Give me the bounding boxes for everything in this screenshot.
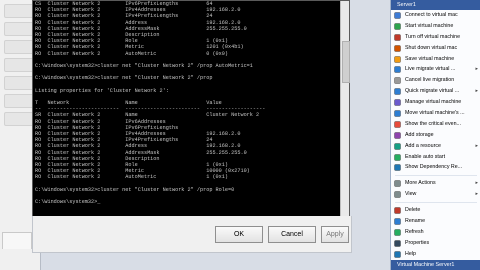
action-label: Enable auto start xyxy=(405,153,446,160)
action-label: Shut down virtual mac xyxy=(405,44,458,51)
ok-button[interactable]: OK xyxy=(215,226,263,243)
action-label: Add storage xyxy=(405,131,434,138)
action-item[interactable]: Turn off virtual machine xyxy=(391,32,480,43)
console-output: CS Cluster Network 2 IPv6PrefixLengths 6… xyxy=(35,1,341,217)
action-item[interactable]: Rename xyxy=(391,216,480,227)
turnoff-icon xyxy=(394,34,401,41)
submenu-arrow-icon: ▸ xyxy=(475,180,478,187)
help-icon xyxy=(394,251,401,258)
action-label: View xyxy=(405,191,417,198)
action-label: Add a resource xyxy=(405,142,441,149)
action-item[interactable]: View ▸ xyxy=(391,189,480,200)
command-prompt-window[interactable]: CS Cluster Network 2 IPv6PrefixLengths 6… xyxy=(32,0,350,218)
cancel-icon xyxy=(394,77,401,85)
events-icon xyxy=(394,121,401,128)
shutdown-icon xyxy=(394,44,401,52)
submenu-arrow-icon: ▸ xyxy=(475,191,478,198)
actions-bottom-header: Virtual Machine Server1 xyxy=(391,260,480,270)
refresh-icon xyxy=(394,229,401,236)
action-item[interactable]: Properties xyxy=(391,238,480,249)
action-item[interactable]: Quick migrate virtual ... ▸ xyxy=(391,86,480,97)
action-item[interactable]: Help xyxy=(391,249,480,260)
left-tab[interactable] xyxy=(2,232,32,249)
start-icon xyxy=(394,23,401,30)
action-label: Turn off virtual machine xyxy=(405,33,461,40)
action-label: Connect to virtual mac xyxy=(405,12,458,18)
action-list: Connect to virtual mac Start virtual mach… xyxy=(391,10,480,260)
action-item[interactable]: Connect to virtual mac xyxy=(391,10,480,21)
action-label: Quick migrate virtual ... xyxy=(405,88,460,95)
move-icon xyxy=(394,110,401,117)
action-label: Start virtual machine xyxy=(405,22,454,29)
more-icon xyxy=(394,180,401,188)
quick-migrate-icon xyxy=(394,88,401,95)
save-icon xyxy=(394,55,401,63)
migrate-icon xyxy=(394,66,401,74)
action-item[interactable]: Add storage xyxy=(391,130,480,141)
action-label: Save virtual machine xyxy=(405,55,455,62)
action-item[interactable]: Move virtual machine's ... xyxy=(391,108,480,119)
delete-icon xyxy=(394,207,401,214)
action-label: Refresh xyxy=(405,228,424,235)
action-label: Show Dependency Re... xyxy=(405,164,463,171)
scrollbar-thumb[interactable] xyxy=(342,41,350,83)
submenu-arrow-icon: ▸ xyxy=(475,142,478,149)
action-item[interactable]: More Actions ▸ xyxy=(391,178,480,189)
actions-header: Server1 xyxy=(391,0,480,10)
action-item[interactable]: Show the critical even... xyxy=(391,119,480,130)
action-label: Manage virtual machine xyxy=(405,99,462,106)
action-label: Live migrate virtual ... xyxy=(405,66,456,73)
action-item[interactable]: Refresh xyxy=(391,227,480,238)
console-line: C:\Windows\system32>_ xyxy=(35,199,101,205)
separator xyxy=(395,202,477,204)
dialog-button-bar: OK Cancel Apply xyxy=(32,216,352,253)
actions-pane: Server1 Connect to virtual mac Start virt… xyxy=(390,0,480,270)
action-label: Move virtual machine's ... xyxy=(405,110,465,117)
action-label: Cancel live migration xyxy=(405,77,455,84)
submenu-arrow-icon: ▸ xyxy=(475,88,478,95)
action-item[interactable]: Cancel live migration xyxy=(391,75,480,86)
separator xyxy=(395,175,477,177)
properties-icon xyxy=(394,240,401,247)
action-item[interactable]: Add a resource ▸ xyxy=(391,141,480,152)
connect-icon xyxy=(394,12,401,19)
cancel-button[interactable]: Cancel xyxy=(268,226,316,243)
action-label: Help xyxy=(405,250,416,257)
action-item[interactable]: Show Dependency Re... xyxy=(391,162,480,173)
manage-icon xyxy=(394,99,401,106)
resource-icon xyxy=(394,142,401,150)
action-label: Delete xyxy=(405,207,421,214)
vertical-scrollbar[interactable] xyxy=(340,1,350,217)
action-label: Rename xyxy=(405,218,426,225)
action-item[interactable]: Manage virtual machine xyxy=(391,97,480,108)
action-item[interactable]: Shut down virtual mac xyxy=(391,43,480,54)
action-item[interactable]: Save virtual machine xyxy=(391,54,480,65)
action-label: Show the critical even... xyxy=(405,120,461,127)
storage-icon xyxy=(394,132,401,139)
view-icon xyxy=(394,191,401,198)
action-item[interactable]: Delete xyxy=(391,205,480,216)
action-item[interactable]: Start virtual machine xyxy=(391,21,480,32)
autostart-icon xyxy=(394,153,401,161)
action-item[interactable]: Enable auto start xyxy=(391,152,480,163)
action-label: More Actions xyxy=(405,180,436,187)
action-label: Properties xyxy=(405,239,430,246)
submenu-arrow-icon: ▸ xyxy=(475,66,478,73)
action-item[interactable]: Live migrate virtual ... ▸ xyxy=(391,64,480,75)
dependency-icon xyxy=(394,164,401,172)
rename-icon xyxy=(394,218,401,225)
apply-button[interactable]: Apply xyxy=(321,226,349,243)
